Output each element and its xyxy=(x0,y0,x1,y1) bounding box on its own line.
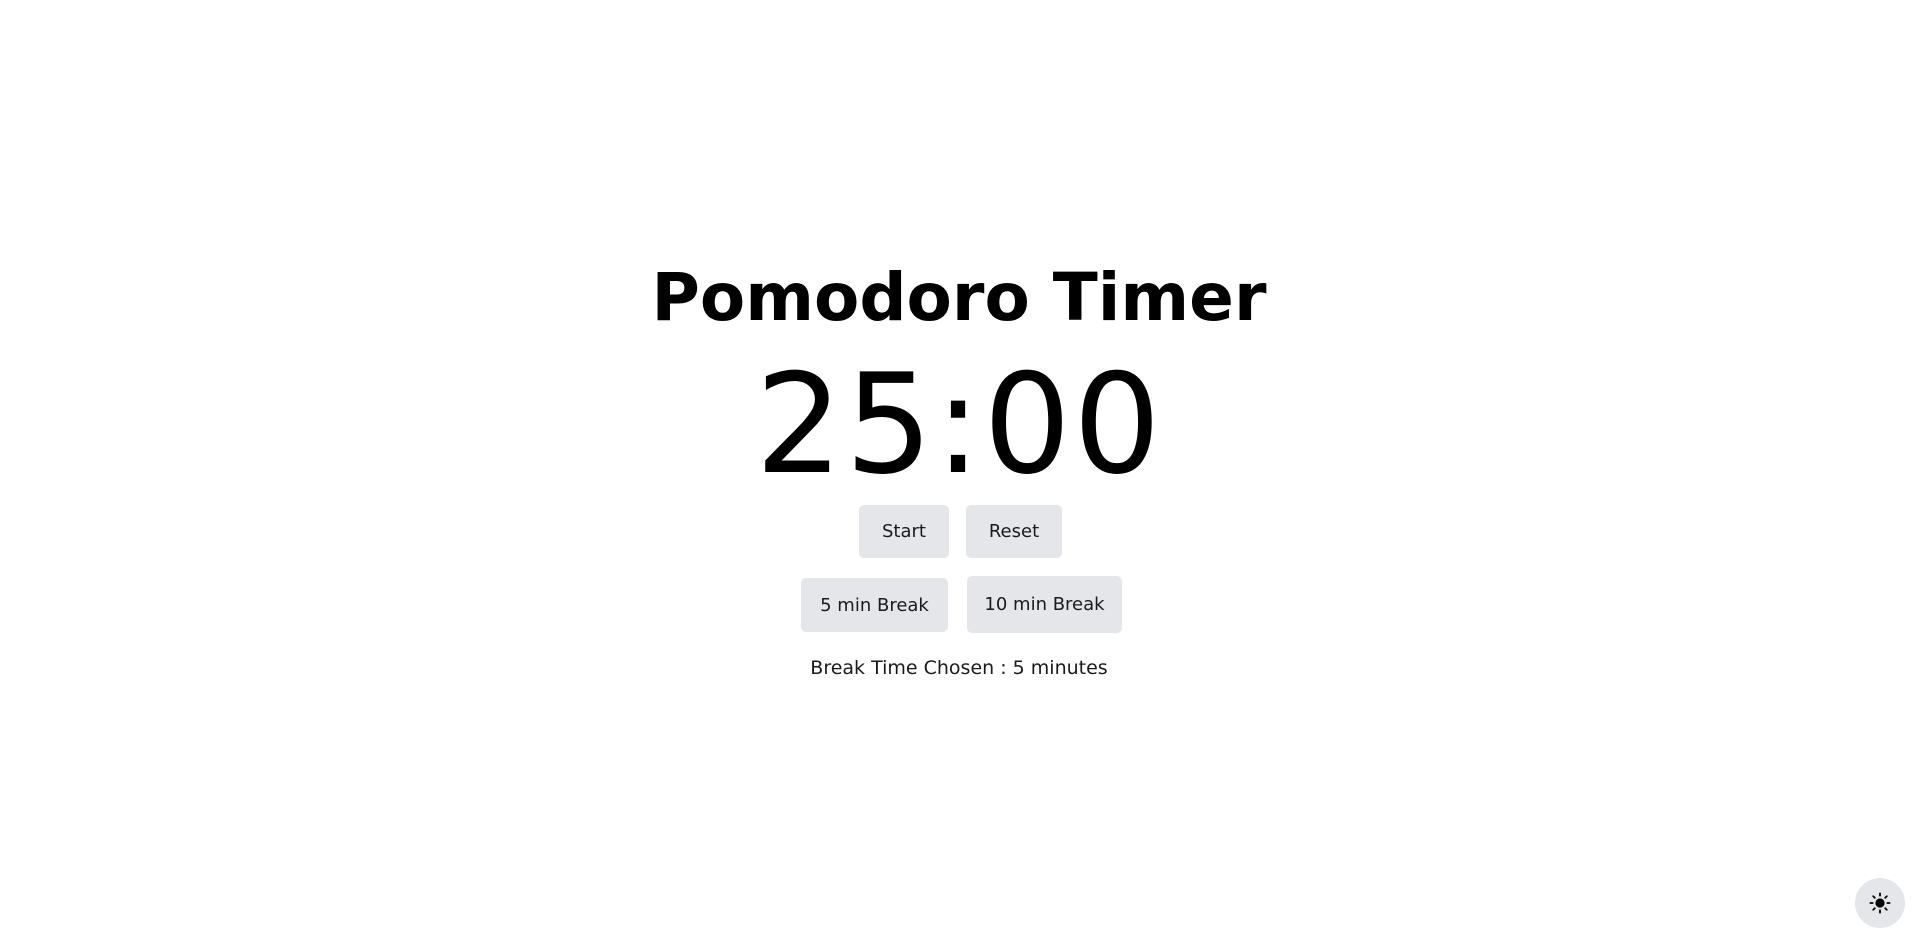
break-time-chosen-text: Break Time Chosen : 5 minutes xyxy=(810,657,1108,679)
page-title: Pomodoro Timer xyxy=(651,259,1267,336)
sun-icon xyxy=(1869,892,1891,914)
start-button[interactable]: Start xyxy=(859,505,949,558)
pomodoro-page: Pomodoro Timer 25:00 Start Reset 5 min B… xyxy=(0,0,1918,943)
five-min-break-button[interactable]: 5 min Break xyxy=(801,578,948,632)
timer-display: 25:00 xyxy=(755,344,1163,505)
reset-button[interactable]: Reset xyxy=(966,505,1062,558)
ten-min-break-button[interactable]: 10 min Break xyxy=(967,576,1122,633)
theme-toggle-button[interactable] xyxy=(1855,878,1905,928)
